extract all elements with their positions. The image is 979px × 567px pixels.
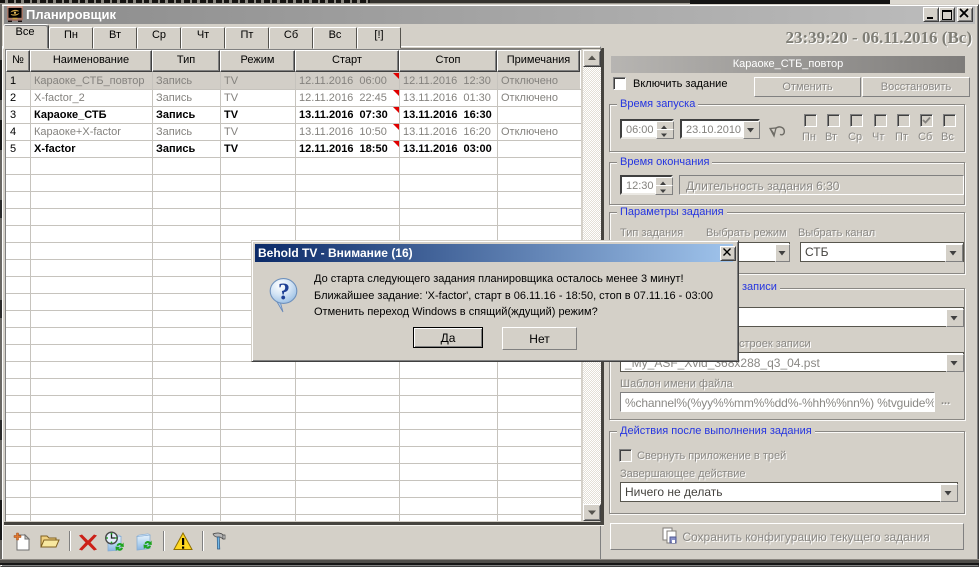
svg-text:?: ? [278,280,290,306]
